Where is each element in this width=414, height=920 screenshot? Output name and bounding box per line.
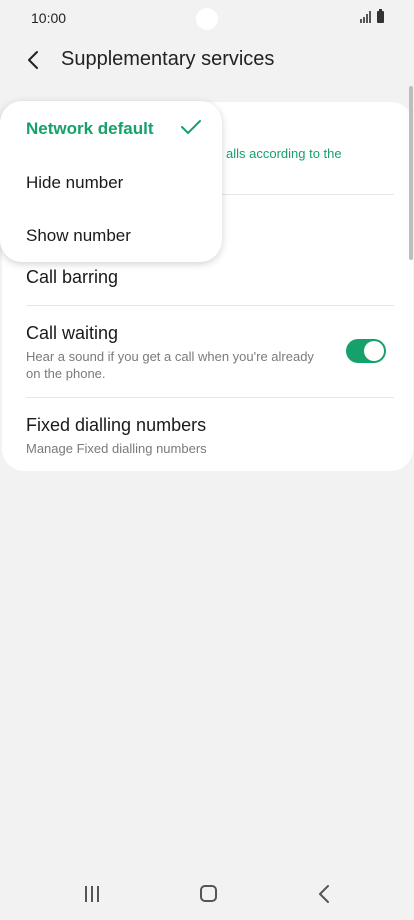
home-icon[interactable] [200,885,217,902]
back-arrow-icon[interactable] [22,48,46,72]
popup-option-hide-number[interactable]: Hide number [26,173,123,193]
call-waiting-toggle[interactable] [346,339,386,363]
check-icon [181,120,201,134]
fixed-dialling-item[interactable]: Fixed dialling numbers Manage Fixed dial… [26,415,394,457]
battery-icon [377,9,384,23]
signal-icon [360,11,371,23]
fixed-dialling-title: Fixed dialling numbers [26,415,207,435]
call-barring-item[interactable]: Call barring [26,267,394,288]
popup-option-network-default[interactable]: Network default [26,119,154,139]
page-title: Supplementary services [61,48,275,70]
popup-option-show-number[interactable]: Show number [26,226,131,246]
status-bar: 10:00 [0,0,414,38]
divider [26,397,394,398]
status-time: 10:00 [31,10,67,26]
app-header: Supplementary services [0,38,414,82]
recent-apps-icon[interactable] [85,886,99,902]
call-barring-title: Call barring [26,267,119,287]
call-waiting-title: Call waiting [26,323,119,343]
call-waiting-subtitle: Hear a sound if you get a call when you'… [26,349,314,381]
nav-back-icon[interactable] [317,884,331,904]
navigation-bar [0,860,414,920]
status-icons [360,9,384,23]
fixed-dialling-subtitle: Manage Fixed dialling numbers [26,441,207,456]
call-waiting-item[interactable]: Call waiting Hear a sound if you get a c… [26,323,326,382]
scrollbar[interactable] [409,86,413,260]
divider [26,305,394,306]
camera-cutout [196,8,218,30]
